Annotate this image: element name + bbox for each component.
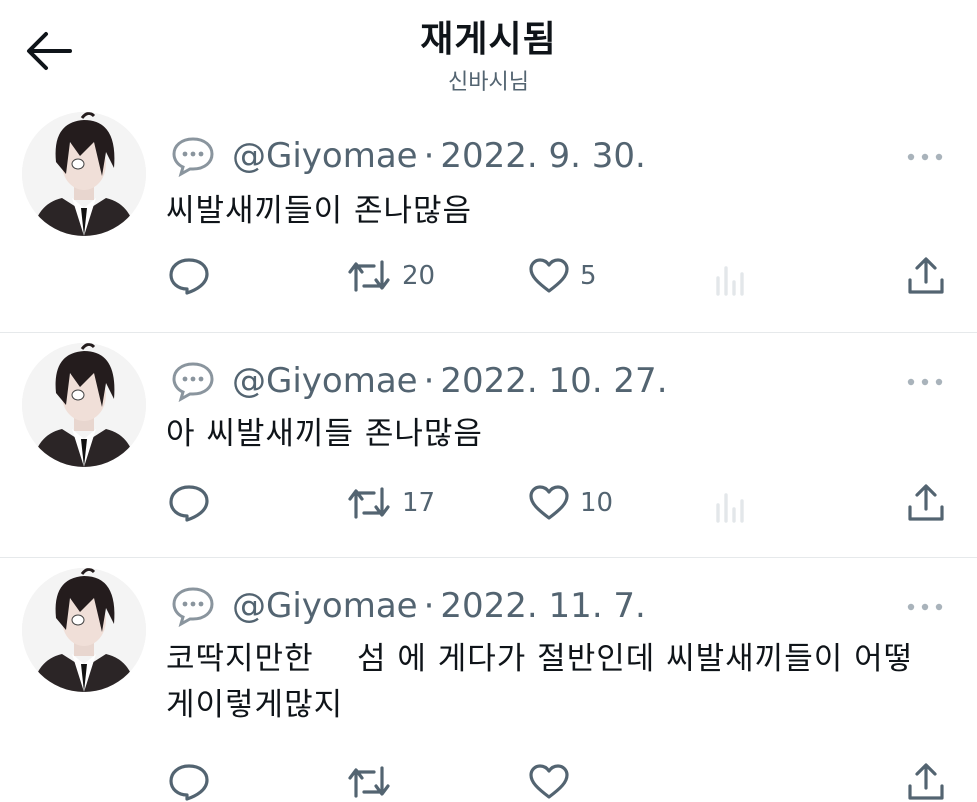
retweet-button[interactable] xyxy=(346,762,402,802)
more-dots-icon xyxy=(907,378,943,386)
heart-icon xyxy=(529,485,569,520)
meta-separator: · xyxy=(423,136,435,176)
tweet-meta: @Giyomae · 2022. 11. 7. xyxy=(170,584,646,628)
page-title: 재게시됨 xyxy=(420,19,557,60)
tweet[interactable]: @Giyomae · 2022. 11. 7. 코딱지만한 섬 에 게다가 절반… xyxy=(0,558,977,801)
views-button[interactable] xyxy=(714,487,748,527)
share-button[interactable] xyxy=(906,483,946,523)
reply-button[interactable] xyxy=(168,256,210,296)
speech-bubble-icon xyxy=(169,258,209,295)
bar-chart-icon xyxy=(716,266,744,296)
tweet-meta: @Giyomae · 2022. 9. 30. xyxy=(170,134,646,178)
reply-button[interactable] xyxy=(168,762,210,802)
tweet-date[interactable]: 2022. 9. 30. xyxy=(440,136,645,176)
speech-bubble-icon xyxy=(169,485,209,522)
retweet-count: 17 xyxy=(402,488,436,518)
retweet-button[interactable]: 20 xyxy=(346,256,435,296)
meta-separator: · xyxy=(423,361,435,401)
like-count: 5 xyxy=(580,261,597,291)
retweet-icon xyxy=(348,487,390,519)
chat-bubble-icon xyxy=(170,585,216,627)
page-subtitle: 신바시님 xyxy=(448,70,529,95)
header: 재게시됨 신바시님 xyxy=(0,0,977,100)
tweet-meta: @Giyomae · 2022. 10. 27. xyxy=(170,359,668,403)
avatar[interactable] xyxy=(22,112,146,236)
more-dots-icon xyxy=(907,603,943,611)
heart-icon xyxy=(529,258,569,293)
share-button[interactable] xyxy=(906,256,946,296)
meta-separator: · xyxy=(423,586,435,626)
tweet-date[interactable]: 2022. 11. 7. xyxy=(440,586,645,626)
retweet-button[interactable]: 17 xyxy=(346,483,435,523)
share-button[interactable] xyxy=(906,762,946,802)
avatar[interactable] xyxy=(22,568,146,692)
reply-button[interactable] xyxy=(168,483,210,523)
tweet-handle[interactable]: @Giyomae xyxy=(232,586,418,626)
tweet-text: 아 씨발새끼들 존나많음 xyxy=(166,416,483,452)
retweet-count: 20 xyxy=(402,261,436,291)
more-dots-icon xyxy=(907,153,943,161)
tweet[interactable]: @Giyomae · 2022. 10. 27. 아 씨발새끼들 존나많음 17… xyxy=(0,333,977,558)
speech-bubble-icon xyxy=(169,764,209,801)
share-upload-icon xyxy=(908,484,944,521)
like-button[interactable]: 10 xyxy=(528,483,613,523)
tweet[interactable]: @Giyomae · 2022. 9. 30. 씨발새끼들이 존나많음 20 5 xyxy=(0,100,977,333)
tweet-text: 씨발새끼들이 존나많음 xyxy=(166,193,473,229)
share-upload-icon xyxy=(908,763,944,800)
retweet-icon xyxy=(348,260,390,292)
tweet-handle[interactable]: @Giyomae xyxy=(232,361,418,401)
like-button[interactable] xyxy=(528,762,580,802)
like-button[interactable]: 5 xyxy=(528,256,597,296)
tweet-text: 코딱지만한 섬 에 게다가 절반인데 씨발새끼들이 어떻게이렇게많지 xyxy=(166,641,914,723)
tweet-handle[interactable]: @Giyomae xyxy=(232,136,418,176)
heart-icon xyxy=(529,764,569,799)
chat-bubble-icon xyxy=(170,360,216,402)
more-options-button[interactable] xyxy=(903,142,947,172)
avatar[interactable] xyxy=(22,343,146,467)
share-upload-icon xyxy=(908,257,944,294)
tweet-date[interactable]: 2022. 10. 27. xyxy=(440,361,667,401)
bar-chart-icon xyxy=(716,493,744,523)
views-button[interactable] xyxy=(714,260,748,300)
more-options-button[interactable] xyxy=(903,592,947,622)
more-options-button[interactable] xyxy=(903,367,947,397)
retweet-icon xyxy=(348,766,390,798)
like-count: 10 xyxy=(580,488,614,518)
chat-bubble-icon xyxy=(170,135,216,177)
